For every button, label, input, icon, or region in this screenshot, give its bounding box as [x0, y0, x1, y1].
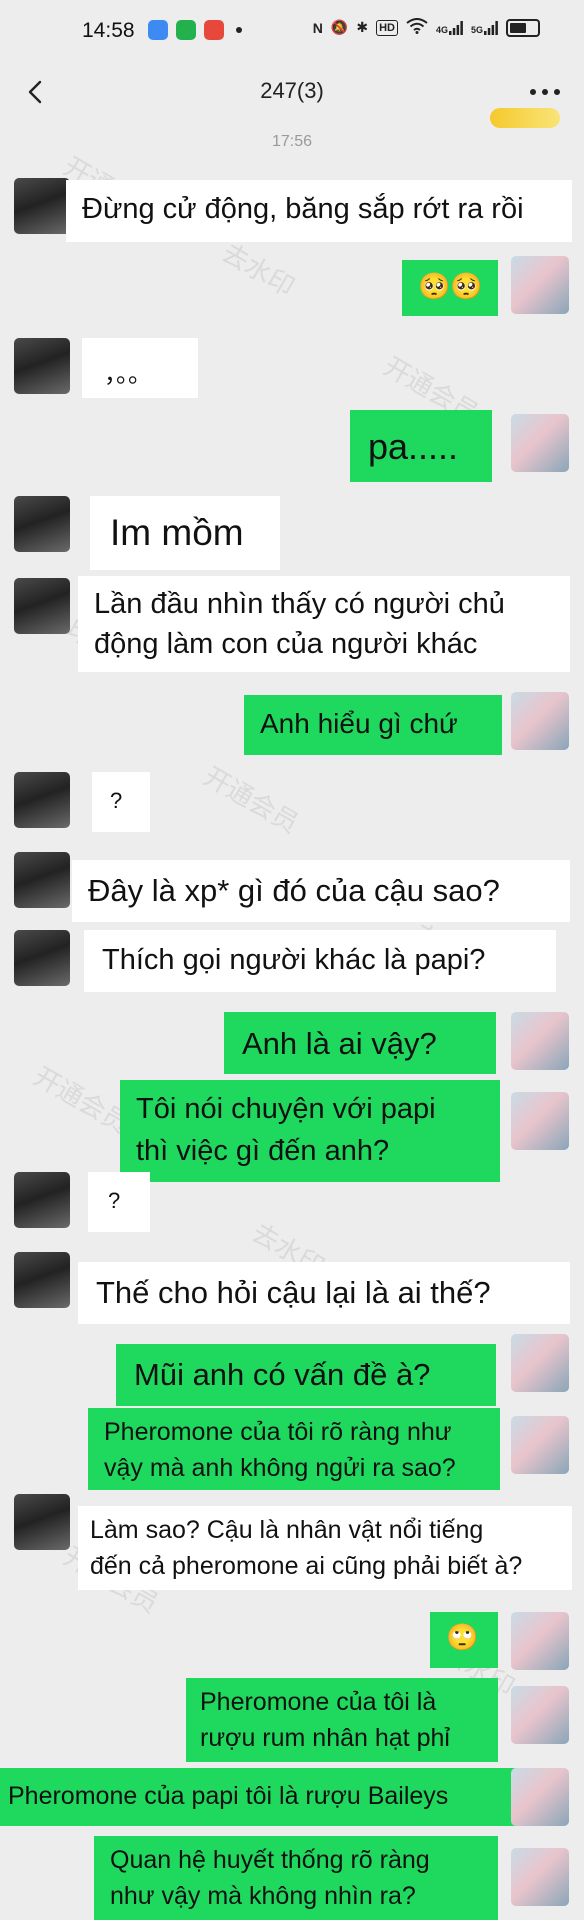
message-bubble[interactable]: Quan hệ huyết thống rõ ràng như vậy mà k…: [94, 1836, 498, 1920]
more-options-icon[interactable]: [528, 80, 562, 104]
avatar[interactable]: [14, 338, 70, 394]
bluetooth-icon: ✱: [356, 19, 369, 35]
message-bubble[interactable]: Đừng cử động, băng sắp rớt ra rồi: [66, 180, 572, 242]
message-text-line: Lần đầu nhìn thấy có người chủ: [94, 588, 505, 620]
message-text-line: Làm sao? Cậu là nhân vật nổi tiếng: [90, 1516, 484, 1544]
message-text: ，。。: [104, 361, 152, 388]
message-text: Anh hiểu gì chứ: [260, 708, 458, 739]
net2-label: 5G: [470, 24, 483, 35]
message-bubble[interactable]: pa.....: [350, 410, 492, 482]
avatar[interactable]: [14, 1252, 70, 1308]
net1-label: 4G: [435, 24, 448, 35]
message-bubble[interactable]: Pheromone của tôi là rượu rum nhân hạt p…: [186, 1678, 498, 1762]
message-text: Đây là xp* gì đó của cậu sao?: [88, 873, 500, 908]
message-text: pa.....: [368, 426, 459, 467]
avatar[interactable]: [14, 178, 70, 234]
message-bubble[interactable]: 🙄: [430, 1612, 498, 1668]
avatar[interactable]: [511, 1092, 569, 1150]
nfc-icon: N: [312, 19, 323, 36]
message-bubble[interactable]: ?: [92, 772, 150, 832]
watermark: 去水印: [216, 237, 300, 303]
status-time: 14:58: [82, 19, 135, 42]
avatar[interactable]: [511, 1848, 569, 1906]
message-text: Thế cho hỏi cậu lại là ai thế?: [96, 1275, 491, 1310]
avatar[interactable]: [511, 1012, 569, 1070]
avatar[interactable]: [14, 578, 70, 634]
message-text-line: Pheromone của tôi là: [200, 1688, 437, 1716]
avatar[interactable]: [14, 772, 70, 828]
message-text-line: đến cả pheromone ai cũng phải biết à?: [90, 1552, 523, 1580]
avatar[interactable]: [511, 1416, 569, 1474]
signal-4g-icon: 4G: [435, 20, 463, 35]
message-text: Pheromone của papi tôi là rượu Baileys: [8, 1782, 449, 1810]
message-text-line: rượu rum nhân hạt phỉ: [200, 1724, 450, 1752]
watermark: 开通会员: [198, 760, 304, 839]
avatar[interactable]: [511, 692, 569, 750]
phone-notification-icon: [176, 20, 196, 40]
signal-5g-icon: 5G: [470, 20, 498, 35]
message-text: 🙄: [446, 1622, 479, 1652]
message-bubble[interactable]: Làm sao? Cậu là nhân vật nổi tiếng đến c…: [78, 1506, 572, 1590]
system-icons: N 🔕 ✱ HD 4G 5G: [313, 18, 540, 37]
message-bubble[interactable]: Mũi anh có vấn đề à?: [116, 1344, 496, 1406]
message-text-line: động làm con của người khác: [94, 628, 478, 660]
more-notifications-dot: [236, 27, 242, 33]
status-bar: 14:58 N 🔕 ✱ HD 4G 5G: [0, 0, 584, 64]
message-bubble[interactable]: Anh hiểu gì chứ: [244, 695, 502, 755]
chat-title: 247(3): [260, 78, 324, 103]
hd-badge: HD: [376, 19, 398, 36]
avatar[interactable]: [511, 414, 569, 472]
message-text: ?: [108, 1188, 121, 1213]
message-text: ?: [110, 788, 123, 813]
message-text-line: Tôi nói chuyện với papi: [136, 1093, 436, 1125]
avatar[interactable]: [511, 1612, 569, 1670]
message-bubble[interactable]: Lần đầu nhìn thấy có người chủ động làm …: [78, 576, 570, 672]
avatar[interactable]: [14, 930, 70, 986]
message-text: Đừng cử động, băng sắp rớt ra rồi: [82, 193, 524, 225]
message-timestamp: 17:56: [271, 133, 313, 150]
message-text: Mũi anh có vấn đề à?: [134, 1357, 431, 1392]
avatar[interactable]: [14, 852, 70, 908]
message-text: Anh là ai vậy?: [242, 1026, 437, 1061]
message-text-line: vậy mà anh không ngửi ra sao?: [104, 1454, 456, 1482]
message-text-line: như vậy mà không nhìn ra?: [110, 1882, 416, 1910]
avatar[interactable]: [14, 496, 70, 552]
avatar[interactable]: [14, 1172, 70, 1228]
message-bubble[interactable]: Thích gọi người khác là papi?: [84, 930, 556, 992]
message-bubble[interactable]: Đây là xp* gì đó của cậu sao?: [72, 860, 570, 922]
avatar[interactable]: [511, 1768, 569, 1826]
message-text-line: thì việc gì đến anh?: [136, 1135, 390, 1167]
avatar[interactable]: [511, 1334, 569, 1392]
message-bubble[interactable]: ，。。: [82, 338, 198, 398]
avatar[interactable]: [511, 1686, 569, 1744]
message-text: 🥺🥺: [418, 271, 483, 301]
battery-icon: [506, 18, 540, 37]
app-notification-icon: [148, 20, 168, 40]
message-text: Im mồm: [110, 512, 244, 553]
avatar[interactable]: [14, 1494, 70, 1550]
sticker-fragment: [490, 108, 560, 128]
message-text-line: Quan hệ huyết thống rõ ràng: [110, 1846, 430, 1874]
message-text: Thích gọi người khác là papi?: [102, 944, 486, 976]
message-bubble[interactable]: Thế cho hỏi cậu lại là ai thế?: [78, 1262, 570, 1324]
message-text-line: Pheromone của tôi rõ ràng như: [104, 1418, 452, 1446]
message-bubble[interactable]: Tôi nói chuyện với papi thì việc gì đến …: [120, 1080, 500, 1182]
message-bubble[interactable]: Anh là ai vậy?: [224, 1012, 496, 1074]
message-bubble[interactable]: Pheromone của papi tôi là rượu Baileys: [0, 1768, 516, 1826]
wifi-icon: [406, 18, 428, 37]
mute-icon: 🔕: [330, 19, 349, 35]
app-notification-icon-2: [204, 20, 224, 40]
message-bubble[interactable]: ?: [88, 1172, 150, 1232]
message-bubble[interactable]: Im mồm: [90, 496, 280, 570]
notification-icons: [148, 20, 242, 40]
avatar[interactable]: [511, 256, 569, 314]
message-bubble[interactable]: 🥺🥺: [402, 260, 498, 316]
message-bubble[interactable]: Pheromone của tôi rõ ràng như vậy mà anh…: [88, 1408, 500, 1490]
